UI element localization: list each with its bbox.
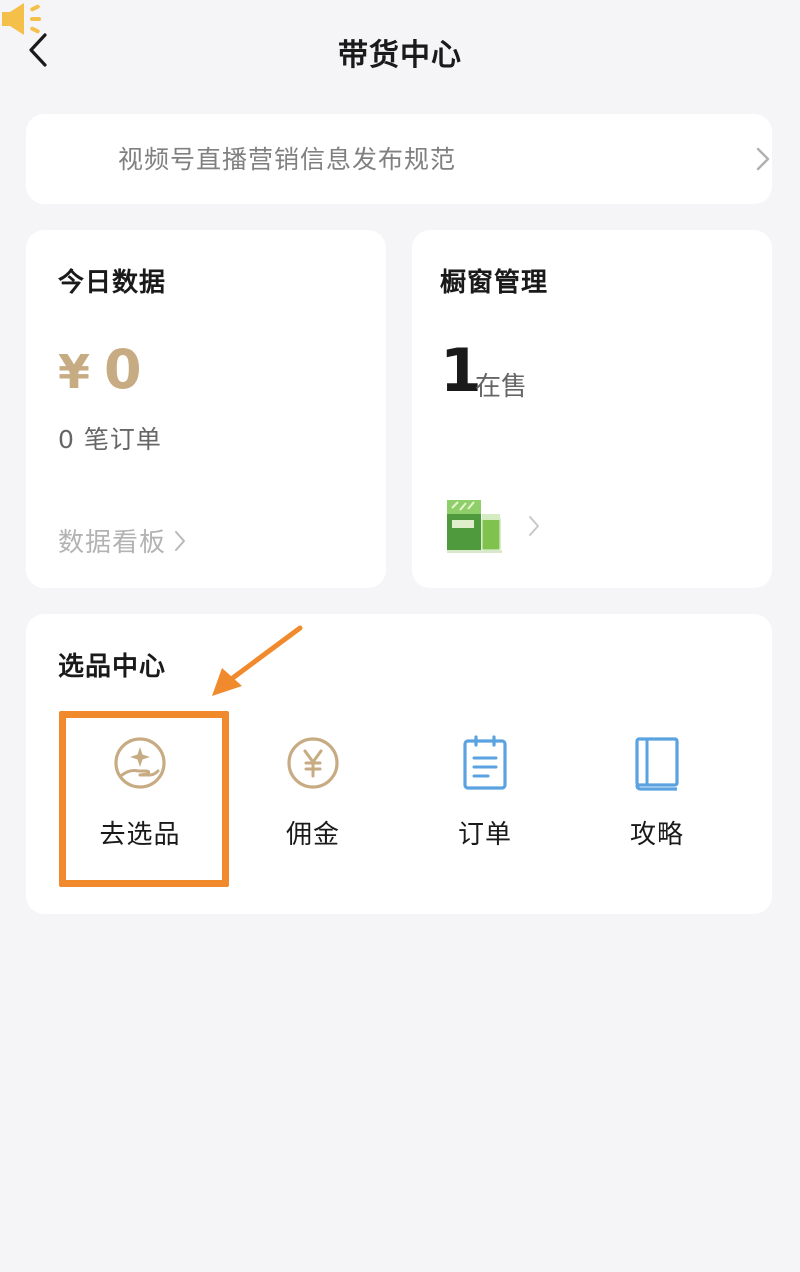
today-data-title: 今日数据 [58,268,167,298]
chevron-right-icon [756,147,770,171]
data-dashboard-link[interactable]: 数据看板 [58,522,186,559]
orders-entry[interactable]: 订单 [400,728,570,878]
commission-label: 佣金 [285,820,340,850]
commission-entry[interactable]: 佣金 [228,728,398,878]
book-icon [635,737,679,791]
select-products-entry[interactable]: 去选品 [55,728,225,878]
chevron-right-icon [175,530,186,551]
guide-label: 攻略 [629,820,684,850]
orders-label: 订单 [457,820,512,850]
data-dashboard-label: 数据看板 [58,528,167,558]
page-title: 带货中心 [338,38,462,73]
currency-symbol: ¥ [58,345,91,399]
on-sale-label: 在售 [475,372,528,402]
showcase-management-title: 橱窗管理 [440,268,549,298]
product-thumbnail[interactable] [444,494,506,556]
header: 带货中心 [0,0,800,100]
selection-center-title: 选品中心 [58,652,167,682]
notice-text: 视频号直播营销信息发布规范 [118,145,457,174]
revenue-amount: 0 [104,338,142,401]
yen-coin-icon [287,737,339,789]
chevron-right-icon [529,516,539,536]
select-products-label: 去选品 [99,820,181,850]
guide-entry[interactable]: 攻略 [572,728,742,878]
order-count: 0 笔订单 [58,425,162,454]
sparkle-hand-icon [114,737,166,789]
today-revenue: ¥0 [58,338,142,401]
clipboard-icon [463,735,507,790]
